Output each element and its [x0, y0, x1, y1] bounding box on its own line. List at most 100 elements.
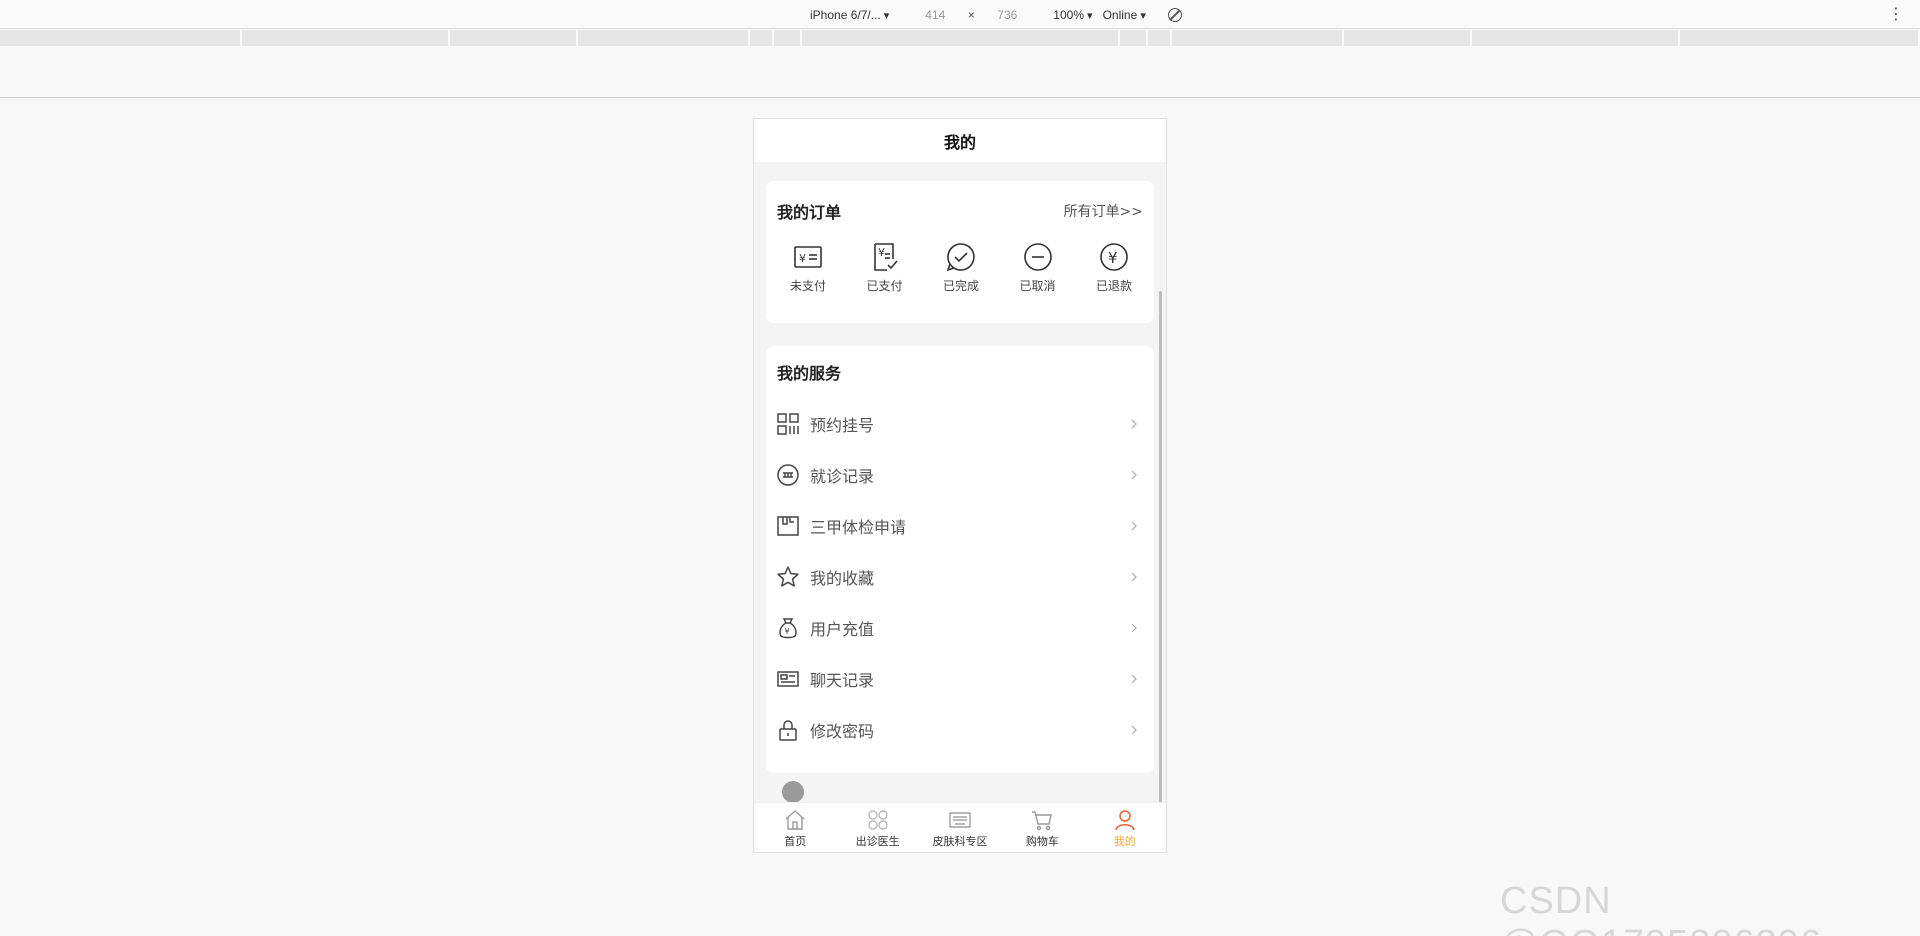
svg-text:¥: ¥: [785, 627, 790, 636]
service-label: 预约挂号: [810, 415, 875, 435]
tab-label: 出诊医生: [855, 835, 900, 848]
money-bag-icon: ¥: [776, 616, 800, 640]
ruler-segment[interactable]: [1472, 30, 1680, 46]
service-change-password[interactable]: 修改密码: [766, 704, 1154, 755]
rotate-icon[interactable]: [1167, 7, 1182, 22]
orders-card: 我的订单 所有订单>> ¥ 未支付 ¥ 已支付 已完成 已取消 ¥ 已退款: [766, 181, 1154, 323]
order-refund[interactable]: ¥ 已退款: [1086, 241, 1142, 294]
service-label: 我的收藏: [810, 568, 875, 588]
tab-label: 皮肤科专区: [932, 835, 988, 848]
width-input[interactable]: 414: [913, 8, 957, 22]
tab-label: 首页: [784, 835, 807, 848]
chevron-right-icon: [1131, 521, 1137, 530]
chevron-right-icon: [1131, 572, 1137, 581]
service-favorites[interactable]: 我的收藏: [766, 551, 1154, 602]
tab-home[interactable]: 首页: [754, 803, 836, 852]
more-options-icon[interactable]: ⋮: [1888, 6, 1904, 22]
order-label: 已支付: [866, 279, 903, 293]
order-paid[interactable]: ¥ 已支付: [857, 241, 913, 294]
chevron-right-icon: [1131, 419, 1137, 428]
chevron-right-icon: [1131, 674, 1137, 683]
times-sign: ×: [967, 7, 975, 22]
height-input[interactable]: 736: [985, 8, 1029, 22]
service-checkup-application[interactable]: 三甲体检申请: [766, 500, 1154, 551]
id-card-icon: [776, 667, 800, 691]
device-toolbar: iPhone 6/7/... 414 × 736 100% Online ⋮: [0, 0, 1920, 29]
svg-text:¥: ¥: [878, 246, 885, 259]
apps-icon: [867, 810, 888, 830]
ruler-segment[interactable]: [1344, 30, 1472, 46]
tab-mine[interactable]: 我的: [1084, 803, 1166, 852]
service-chat-records[interactable]: 聊天记录: [766, 653, 1154, 704]
tab-label: 购物车: [1025, 835, 1059, 848]
lock-icon: [776, 718, 800, 742]
service-visit-records[interactable]: 就诊记录: [766, 449, 1154, 500]
ruler-segment[interactable]: [0, 30, 242, 46]
ruler-segment[interactable]: [1172, 30, 1344, 46]
keyboard-icon: [949, 812, 971, 828]
ruler-segment[interactable]: [750, 30, 774, 46]
chevron-right-icon: [1131, 470, 1137, 479]
services-title: 我的服务: [777, 364, 842, 383]
order-label: 已完成: [942, 279, 979, 293]
cancelled-icon: [1022, 241, 1054, 273]
phone-viewport: 我的 我的订单 所有订单>> ¥ 未支付 ¥ 已支付 已完成 已取消 ¥ 已退款…: [753, 118, 1167, 853]
device-select[interactable]: iPhone 6/7/...: [810, 8, 889, 22]
page-title: 我的: [754, 119, 1166, 162]
keyboard-circle-icon: [776, 463, 800, 487]
service-appointment[interactable]: 预约挂号: [766, 398, 1154, 449]
order-cancelled[interactable]: 已取消: [1010, 241, 1066, 294]
zoom-select[interactable]: 100%: [1053, 8, 1092, 22]
service-label: 聊天记录: [810, 670, 875, 690]
order-label: 未支付: [789, 279, 826, 293]
throttle-select[interactable]: Online: [1103, 8, 1146, 22]
home-icon: [785, 810, 805, 830]
star-icon: [776, 565, 800, 589]
order-unpaid[interactable]: ¥ 未支付: [780, 241, 836, 294]
service-label: 用户充值: [810, 619, 875, 639]
service-label: 修改密码: [810, 721, 875, 741]
ruler-segment[interactable]: [242, 30, 450, 46]
ruler-segment[interactable]: [1680, 30, 1920, 46]
watermark: CSDN @QQ1795806396: [1500, 880, 1821, 936]
ruler-segment[interactable]: [1120, 30, 1148, 46]
chevron-right-icon: [1131, 725, 1137, 734]
order-status-row: ¥ 未支付 ¥ 已支付 已完成 已取消 ¥ 已退款: [766, 241, 1154, 294]
all-orders-link[interactable]: 所有订单>>: [1064, 201, 1143, 221]
cart-icon: [1032, 811, 1053, 831]
order-label: 已取消: [1019, 279, 1056, 293]
ruler-divider: [0, 97, 1920, 98]
tab-bar: 首页 出诊医生 皮肤科专区 购物车 我的: [754, 802, 1166, 852]
ruler-segment[interactable]: [450, 30, 578, 46]
svg-text:¥: ¥: [799, 252, 806, 265]
chevron-right-icon: [1131, 623, 1137, 632]
order-label: 已退款: [1095, 279, 1132, 293]
svg-text:¥: ¥: [1108, 249, 1118, 267]
ruler-segment[interactable]: [578, 30, 750, 46]
service-label: 三甲体检申请: [810, 517, 907, 537]
order-completed[interactable]: 已完成: [933, 241, 989, 294]
frame-icon: [776, 514, 800, 538]
service-recharge[interactable]: ¥ 用户充值: [766, 602, 1154, 653]
orders-header: 我的订单 所有订单>>: [766, 181, 1154, 241]
services-card: 我的服务 预约挂号 就诊记录 三甲体检申请 我的收藏 ¥ 用户充值 聊天记录 修…: [766, 346, 1154, 773]
scrollbar[interactable]: [1159, 291, 1162, 839]
paid-icon: ¥: [869, 241, 901, 273]
floating-action-button[interactable]: [782, 781, 804, 803]
orders-title: 我的订单: [777, 203, 842, 222]
ruler-segment[interactable]: [1148, 30, 1172, 46]
ruler-segment[interactable]: [774, 30, 802, 46]
tab-cart[interactable]: 购物车: [1001, 803, 1083, 852]
device-controls: iPhone 6/7/... 414 × 736 100% Online: [810, 6, 1182, 23]
tab-label: 我的: [1113, 835, 1136, 848]
grid-icon: [776, 412, 800, 436]
media-query-ruler: [0, 30, 1920, 46]
completed-icon: [945, 241, 977, 273]
tab-doctors[interactable]: 出诊医生: [836, 803, 918, 852]
ruler-segment[interactable]: [802, 30, 1120, 46]
unpaid-icon: ¥: [792, 241, 824, 273]
tab-dermatology[interactable]: 皮肤科专区: [919, 803, 1001, 852]
services-header: 我的服务: [766, 346, 1154, 398]
user-icon: [1115, 810, 1135, 831]
refund-icon: ¥: [1098, 241, 1130, 273]
